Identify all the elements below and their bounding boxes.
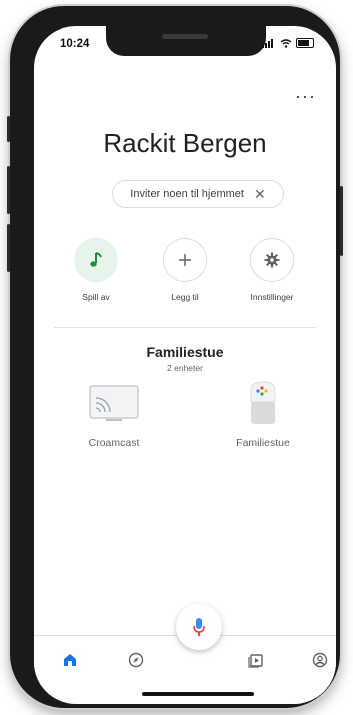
device-label-chromecast: Croamcast bbox=[88, 437, 140, 449]
home-title: Rackit Bergen bbox=[103, 128, 267, 158]
wifi-icon bbox=[280, 38, 292, 48]
add-action-circle[interactable] bbox=[163, 238, 207, 282]
compass-icon bbox=[128, 652, 144, 668]
home-indicator bbox=[142, 692, 254, 696]
discover-nav-button[interactable] bbox=[126, 650, 146, 670]
invite-chip-label: Inviter noen til hjemmet bbox=[130, 188, 244, 200]
account-icon bbox=[312, 652, 328, 668]
plus-icon bbox=[179, 254, 191, 266]
add-action-label: Legg til bbox=[171, 292, 199, 302]
microphone-icon bbox=[193, 618, 205, 636]
media-icon bbox=[248, 654, 263, 668]
status-time: 10:24 bbox=[60, 38, 90, 50]
play-action-circle[interactable] bbox=[74, 238, 118, 282]
google-home-speaker-icon bbox=[250, 381, 276, 424]
phone-screen: 10:24 ··· Rackit Bergen Inviter noen til… bbox=[34, 26, 336, 704]
gear-icon bbox=[264, 252, 280, 268]
invite-chip[interactable]: Inviter noen til hjemmet ✕ bbox=[112, 180, 284, 208]
speaker-grille bbox=[162, 34, 208, 39]
settings-action[interactable]: Innstillinger bbox=[232, 238, 312, 302]
status-icons bbox=[262, 38, 314, 48]
mute-switch bbox=[7, 116, 10, 142]
home-icon bbox=[64, 654, 76, 666]
home-nav-button[interactable] bbox=[60, 650, 80, 670]
device-tile-speaker[interactable]: Familiestue bbox=[220, 380, 306, 449]
battery-icon bbox=[296, 38, 314, 48]
add-action[interactable]: Legg til bbox=[145, 238, 225, 302]
phone-frame: 10:24 ··· Rackit Bergen Inviter noen til… bbox=[7, 6, 343, 708]
device-label-speaker: Familiestue bbox=[236, 437, 290, 449]
settings-action-label: Innstillinger bbox=[250, 292, 294, 302]
settings-action-circle[interactable] bbox=[250, 238, 294, 282]
device-tile-chromecast[interactable]: Croamcast bbox=[72, 384, 156, 449]
play-action-label: Spill av bbox=[82, 292, 110, 302]
room-device-count: 2 enheter bbox=[167, 363, 203, 373]
account-nav-button[interactable] bbox=[310, 650, 330, 670]
assistant-mic-button[interactable] bbox=[176, 604, 222, 650]
notch bbox=[106, 26, 266, 56]
volume-up-button bbox=[7, 166, 10, 214]
volume-down-button bbox=[7, 224, 10, 272]
play-action[interactable]: Spill av bbox=[56, 238, 136, 302]
section-divider bbox=[54, 327, 316, 328]
power-button bbox=[340, 186, 343, 256]
chromecast-tv-icon bbox=[89, 385, 139, 421]
room-name[interactable]: Familiestue bbox=[34, 344, 336, 360]
signal-icon bbox=[262, 38, 273, 48]
media-nav-button[interactable] bbox=[246, 650, 266, 670]
music-note-icon bbox=[90, 252, 102, 267]
close-icon[interactable]: ✕ bbox=[254, 186, 266, 203]
more-menu-button[interactable]: ··· bbox=[295, 86, 316, 107]
